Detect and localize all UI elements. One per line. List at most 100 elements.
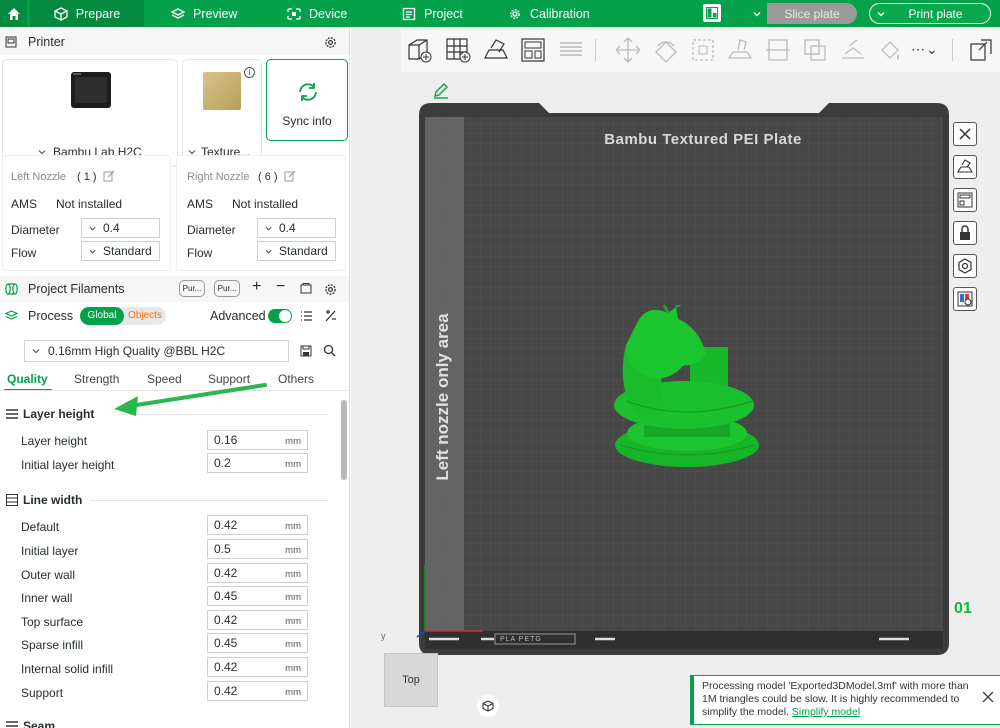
gear-icon[interactable] [324,36,337,49]
save-icon[interactable] [300,345,312,357]
param-inner-wall-input[interactable]: 0.45 mm [207,586,308,606]
color-paint-button[interactable] [875,35,905,65]
cut-button[interactable] [763,35,793,65]
printer-card[interactable]: Bambu Lab H2C [2,59,178,167]
arrange-plate-button[interactable] [953,188,977,212]
chevron-down-icon [89,249,96,254]
move-button[interactable] [613,35,643,65]
list-icon[interactable] [300,310,313,322]
simplify-model-link[interactable]: Simplify model [792,706,860,718]
right-flow-label: Flow [187,246,213,260]
auto-orient-plate-button[interactable] [953,155,977,179]
cube-view-icon [482,700,494,712]
tab-others[interactable]: Others [278,372,314,386]
home-button[interactable] [0,0,27,27]
param-top-surface-input[interactable]: 0.42 mm [207,610,308,630]
filament-chip-1[interactable]: Pur... [179,280,205,297]
param-layer-height-input[interactable]: 0.16 mm [207,430,308,450]
slice-layers-button[interactable] [556,35,586,65]
right-diameter-select[interactable]: 0.4 [257,218,336,238]
arrange-button[interactable] [518,35,548,65]
right-ams-value: Not installed [232,197,299,211]
param-support-input[interactable]: 0.42 mm [207,681,308,701]
param-unit: mm [285,545,301,556]
param-internal-solid-infill-input[interactable]: 0.42 mm [207,657,308,677]
remove-filament-button[interactable]: − [276,278,285,296]
gear-icon[interactable] [324,283,337,296]
advanced-switch[interactable] [268,309,292,323]
print-plate-label: Print plate [908,6,963,21]
param-value: 0.42 [214,566,238,580]
info-icon[interactable]: i [244,67,255,78]
global-option[interactable]: Global [80,307,124,325]
toolbar-divider [595,39,596,61]
param-unit: mm [285,616,301,627]
filament-sync-icon[interactable] [300,283,313,295]
settings-scrollbar[interactable] [341,400,347,480]
gear-icon [510,8,520,19]
print-dropdown[interactable] [870,4,891,23]
split-button[interactable] [966,35,996,65]
process-preset-select[interactable]: 0.16mm High Quality @BBL H2C [24,340,289,362]
boolean-button[interactable] [800,35,830,65]
global-objects-toggle[interactable]: Global Objects [80,307,166,325]
tab-preview[interactable]: Preview [171,0,237,27]
arrange-icon [521,38,545,62]
objects-option[interactable]: Objects [124,307,166,325]
compare-icon[interactable] [324,310,337,322]
left-diameter-select[interactable]: 0.4 [81,218,160,238]
param-sparse-infill-input[interactable]: 0.45 mm [207,633,308,653]
annotation-arrow-icon [114,383,267,416]
lock-plate-button[interactable] [953,221,977,245]
param-value: 0.42 [214,660,238,674]
more-tools-button[interactable]: ⋯⌄ [911,41,939,58]
filament-chip-2[interactable]: Pur... [214,280,240,297]
slice-dropdown[interactable] [746,3,767,24]
plate-settings-button[interactable] [953,254,977,278]
support-paint-button[interactable] [838,35,868,65]
param-initial-layer-height-input[interactable]: 0.2 mm [207,453,308,473]
tab-prepare[interactable]: Prepare [30,0,144,27]
edit-icon[interactable] [103,170,115,182]
tab-project[interactable]: Project [402,0,463,27]
add-plate-button[interactable] [443,35,473,65]
print-plate-button[interactable]: Print plate [869,3,991,24]
tab-calibration[interactable]: Calibration [508,0,590,27]
param-value: 0.16 [214,433,238,447]
process-layers-icon [5,310,18,320]
slice-plate-button[interactable]: Slice plate [746,3,857,24]
pencil-icon[interactable] [433,83,449,99]
dragon-model[interactable] [606,305,766,475]
auto-orient-button[interactable] [481,35,511,65]
tab-device[interactable]: Device [287,0,347,27]
tab-quality[interactable]: Quality [7,372,48,386]
3d-viewport[interactable]: ⋯⌄ Bambu Textured PEI Plate Left nozzle … [351,27,1000,728]
param-sparse-infill-label: Sparse infill [21,638,84,652]
plate-number[interactable]: 01 [954,600,972,618]
plate-card[interactable]: i Texture... [182,59,262,167]
param-default-input[interactable]: 0.42 mm [207,515,308,535]
close-plate-button[interactable] [953,122,977,146]
search-icon[interactable] [323,344,336,357]
add-object-button[interactable] [404,35,434,65]
param-initial-layer-input[interactable]: 0.5 mm [207,539,308,559]
notification-text: Processing model 'Exported3DModel.3mf' w… [702,680,972,719]
lay-on-face-button[interactable] [725,35,755,65]
left-nozzle-count: ( 1 ) [77,171,97,183]
filament-map-button[interactable] [953,287,977,311]
view-cube-top[interactable]: Top [384,653,438,707]
reset-view-button[interactable] [477,695,499,717]
edit-icon[interactable] [284,170,296,182]
scale-button[interactable] [688,35,718,65]
add-filament-button[interactable]: + [252,278,261,296]
param-outer-wall-input[interactable]: 0.42 mm [207,563,308,583]
multi-device-button[interactable] [703,4,721,22]
left-nozzle-title: Left Nozzle [11,171,67,183]
right-flow-select[interactable]: Standard [257,241,336,261]
param-unit: mm [285,436,301,447]
layer-height-group-header: Layer height [6,407,94,421]
sync-info-button[interactable]: Sync info [266,59,348,141]
close-icon[interactable] [981,690,995,704]
rotate-button[interactable] [651,35,681,65]
left-flow-select[interactable]: Standard [81,241,160,261]
